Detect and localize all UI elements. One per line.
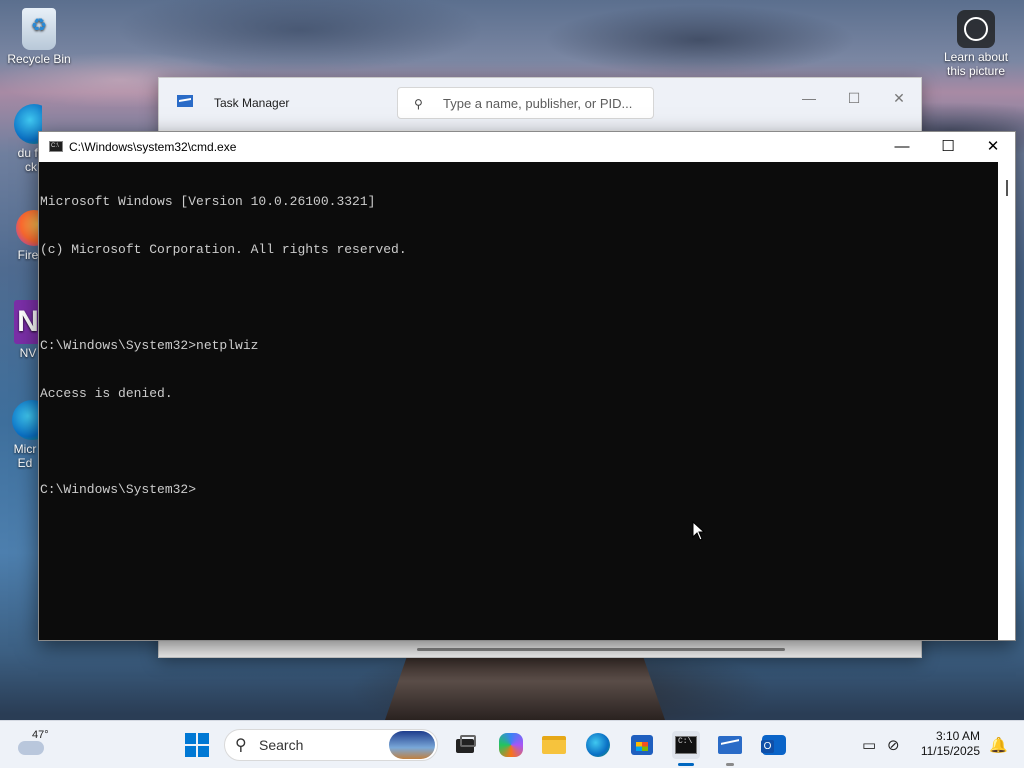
- desktop-icon-recycle-bin[interactable]: ♻ Recycle Bin: [1, 8, 77, 66]
- task-manager-search-placeholder: Type a name, publisher, or PID...: [443, 96, 633, 111]
- outlook-button[interactable]: O: [760, 731, 788, 759]
- recycle-bin-icon: ♻: [22, 8, 56, 50]
- close-button[interactable]: ✕: [879, 84, 919, 112]
- camera-icon: [957, 10, 995, 48]
- device-icon[interactable]: ▭: [862, 736, 876, 754]
- minimize-button[interactable]: —: [879, 132, 925, 162]
- notification-bell-icon[interactable]: 🔔: [989, 736, 1008, 754]
- minimize-button[interactable]: —: [789, 84, 829, 112]
- desktop-icon-nv[interactable]: N NV: [0, 300, 42, 360]
- edge-taskbar-button[interactable]: [584, 731, 612, 759]
- wallpaper-pier: [385, 655, 665, 720]
- learn-about-picture[interactable]: Learn about this picture: [936, 10, 1016, 78]
- horizontal-scrollbar[interactable]: [417, 648, 785, 651]
- task-manager-search-input[interactable]: ⚲ Type a name, publisher, or PID...: [397, 87, 654, 119]
- console-line: C:\Windows\System32>netplwiz: [40, 338, 259, 353]
- desktop-icon-label: Fire: [17, 248, 39, 262]
- console-prompt[interactable]: C:\Windows\System32>: [40, 482, 998, 498]
- desktop-icon-edge-shortcut[interactable]: du fuck: [0, 104, 42, 174]
- weather-widget[interactable]: 47°: [16, 729, 56, 759]
- cmd-taskbar-button[interactable]: C:\: [672, 731, 700, 759]
- maximize-button[interactable]: ☐: [925, 132, 971, 162]
- windows-logo-icon: [185, 733, 209, 757]
- learn-about-picture-label: Learn about this picture: [943, 50, 1009, 78]
- cmd-titlebar[interactable]: C:\ C:\Windows\system32\cmd.exe — ☐ ✕: [39, 132, 1015, 162]
- search-highlight-image: [389, 731, 435, 759]
- console-output[interactable]: Microsoft Windows [Version 10.0.26100.33…: [39, 162, 998, 640]
- copilot-button[interactable]: [497, 731, 525, 759]
- store-button[interactable]: [628, 731, 656, 759]
- network-disconnected-icon[interactable]: ⊘: [887, 736, 900, 754]
- terminal-icon: C:\: [675, 736, 697, 754]
- clock-date: 11/15/2025: [920, 744, 980, 758]
- task-manager-titlebar[interactable]: Task Manager ⚲ Type a name, publisher, o…: [159, 78, 921, 130]
- search-icon: ⚲: [414, 97, 423, 111]
- desktop-icon-microsoft-edge[interactable]: Micr Ed: [0, 400, 42, 470]
- task-manager-title: Task Manager: [214, 96, 290, 110]
- cmd-app-icon: C:\: [49, 141, 63, 152]
- desktop-icon-label: NV: [19, 346, 37, 360]
- running-window-indicator: [726, 763, 734, 766]
- taskbar-search-label: Search: [259, 737, 304, 753]
- close-button[interactable]: ✕: [970, 132, 1016, 162]
- edge-icon: [586, 733, 610, 757]
- scrollbar-thumb[interactable]: [1006, 180, 1008, 196]
- clock[interactable]: 3:10 AM 11/15/2025: [914, 729, 980, 759]
- maximize-button[interactable]: ☐: [834, 84, 874, 112]
- search-icon: ⚲: [235, 737, 247, 754]
- taskbar-search-box[interactable]: ⚲ Search: [224, 729, 438, 761]
- desktop-icon-label: Micr Ed: [13, 442, 37, 470]
- task-manager-icon: [177, 95, 193, 107]
- desktop-icon-label: Recycle Bin: [7, 52, 71, 66]
- weather-temperature: 47°: [32, 729, 49, 741]
- start-button[interactable]: [185, 733, 209, 757]
- console-line: (c) Microsoft Corporation. All rights re…: [40, 242, 407, 257]
- desktop-icon-firefox[interactable]: Fire: [0, 210, 42, 262]
- task-manager-taskbar-button[interactable]: [716, 731, 744, 759]
- taskbar: 47° ⚲ Search C:\ O ▭ ⊘ 3:10 AM 11/15/202…: [0, 720, 1024, 768]
- file-explorer-button[interactable]: [540, 731, 568, 759]
- vertical-scrollbar[interactable]: [998, 162, 1015, 640]
- active-window-indicator: [678, 763, 694, 766]
- copilot-icon: [499, 733, 523, 757]
- cmd-title: C:\Windows\system32\cmd.exe: [69, 140, 237, 154]
- cmd-window[interactable]: C:\ C:\Windows\system32\cmd.exe — ☐ ✕ Mi…: [38, 131, 1016, 641]
- console-line: Access is denied.: [40, 386, 173, 401]
- console-line: Microsoft Windows [Version 10.0.26100.33…: [40, 194, 376, 209]
- cloud-icon: [18, 741, 44, 755]
- task-view-button[interactable]: [452, 731, 480, 759]
- clock-time: 3:10 AM: [935, 729, 980, 743]
- folder-icon: [542, 736, 566, 754]
